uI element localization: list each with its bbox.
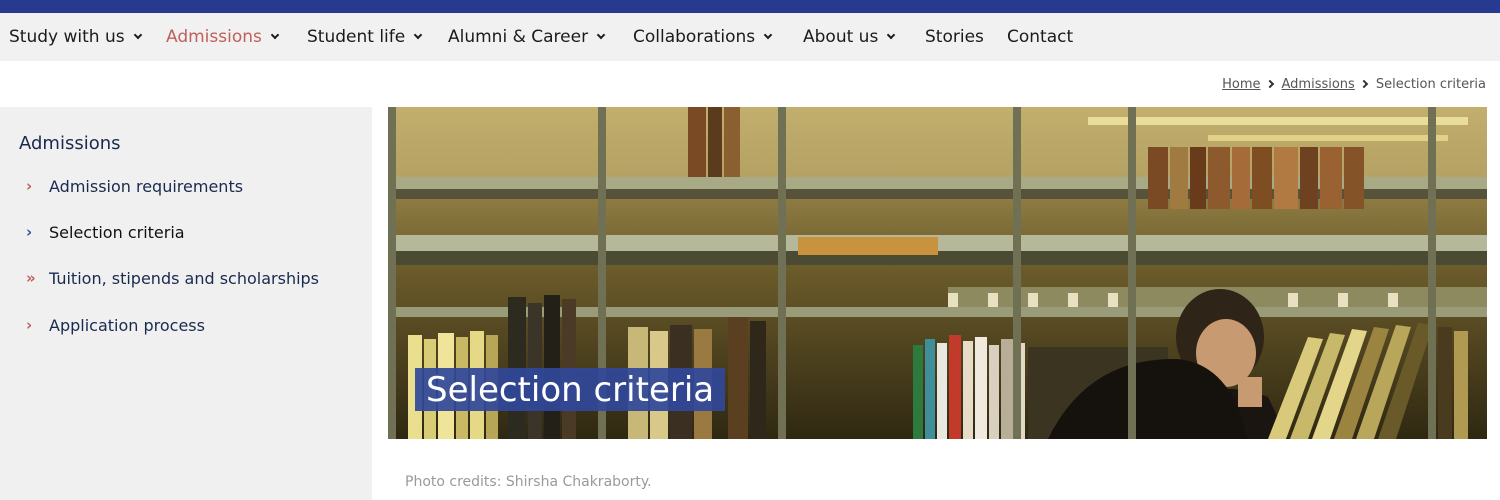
sidebar-item-label: Admission requirements: [49, 176, 244, 196]
nav-item-alumni-career[interactable]: Alumni & Career: [448, 13, 606, 61]
chevron-right-icon: [1359, 79, 1369, 89]
sidebar-item-label: Application process: [49, 315, 205, 335]
sidebar-title[interactable]: Admissions: [19, 133, 121, 154]
photo-credit: Photo credits: Shirsha Chakraborty.: [405, 474, 652, 490]
breadcrumb: Home Admissions Selection criteria: [1222, 75, 1486, 93]
nav-item-about-us[interactable]: About us: [803, 13, 896, 61]
nav-item-admissions[interactable]: Admissions: [166, 13, 280, 61]
nav-label: Stories: [925, 27, 984, 47]
double-chevron-right-icon: »: [26, 269, 36, 287]
breadcrumb-link-home[interactable]: Home: [1222, 77, 1260, 92]
sidebar-item-selection-criteria[interactable]: › Selection criteria: [26, 220, 185, 244]
sidebar-item-label: Selection criteria: [49, 222, 185, 242]
nav-item-contact[interactable]: Contact: [1007, 13, 1073, 61]
chevron-down-icon: [887, 30, 896, 40]
chevron-down-icon: [413, 30, 423, 40]
sidebar-item-application-process[interactable]: › Application process: [26, 313, 205, 337]
breadcrumb-link-admissions[interactable]: Admissions: [1282, 77, 1355, 92]
nav-label: Admissions: [166, 27, 262, 47]
chevron-right-icon: ›: [26, 316, 33, 334]
sidebar-item-label: Tuition, stipends and scholarships: [49, 268, 320, 288]
nav-label: About us: [803, 27, 879, 47]
breadcrumb-current: Selection criteria: [1375, 76, 1486, 92]
main-navigation: Study with us Admissions Student life Al…: [0, 13, 1500, 61]
nav-label: Study with us: [9, 27, 125, 47]
nav-label: Student life: [307, 27, 406, 47]
chevron-right-icon: ›: [26, 223, 33, 241]
sidebar: Admissions › Admission requirements › Se…: [0, 107, 372, 500]
chevron-down-icon: [763, 30, 773, 40]
nav-label: Collaborations: [633, 27, 756, 47]
chevron-down-icon: [270, 30, 280, 40]
nav-label: Alumni & Career: [448, 27, 589, 47]
nav-item-study-with-us[interactable]: Study with us: [9, 13, 142, 61]
chevron-down-icon: [133, 30, 142, 40]
nav-item-student-life[interactable]: Student life: [307, 13, 423, 61]
nav-item-stories[interactable]: Stories: [925, 13, 984, 61]
nav-label: Contact: [1007, 27, 1074, 47]
hero-title: Selection criteria: [415, 368, 726, 411]
chevron-right-icon: [1265, 79, 1274, 89]
top-accent-bar: [0, 0, 1500, 13]
sidebar-item-admission-requirements[interactable]: › Admission requirements: [26, 174, 243, 198]
chevron-down-icon: [596, 30, 606, 40]
hero-banner: Selection criteria: [388, 107, 1487, 439]
chevron-right-icon: ›: [26, 177, 33, 195]
sidebar-item-tuition-stipends-scholarships[interactable]: » Tuition, stipends and scholarships: [26, 266, 319, 290]
nav-item-collaborations[interactable]: Collaborations: [633, 13, 773, 61]
